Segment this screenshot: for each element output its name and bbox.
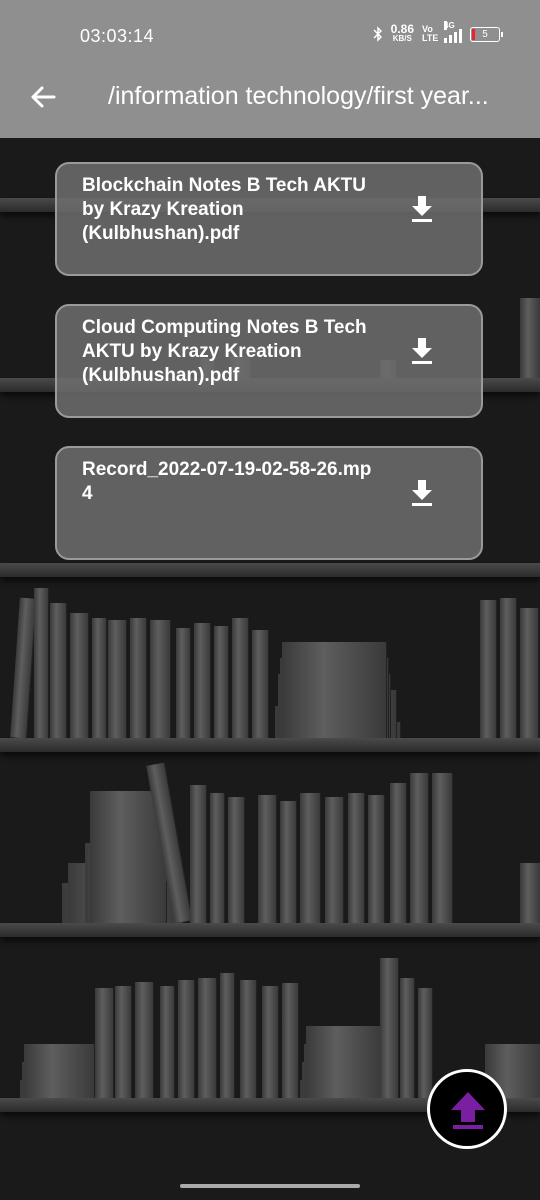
bookshelf-background: [0, 138, 540, 1200]
file-item[interactable]: Record_2022-07-19-02-58-26.mp4: [55, 446, 483, 560]
gesture-nav-bar[interactable]: [180, 1184, 360, 1188]
file-name: Cloud Computing Notes B Tech AKTU by Kra…: [82, 317, 367, 386]
signal-icon: 4G: [444, 21, 462, 43]
status-time: 03:03:14: [80, 26, 155, 46]
file-item[interactable]: Blockchain Notes B Tech AKTU by Krazy Kr…: [55, 162, 483, 276]
app-bar: /information technology/first year...: [0, 72, 540, 138]
upload-icon: [451, 1092, 485, 1129]
net-speed: 0.86 KB/S: [390, 22, 414, 44]
net-speed-unit: KB/S: [392, 34, 412, 43]
file-name: Blockchain Notes B Tech AKTU by Krazy Kr…: [82, 175, 366, 244]
battery-level: 5: [482, 28, 488, 40]
bluetooth-icon: [373, 26, 382, 42]
upload-button[interactable]: [427, 1069, 507, 1149]
network-type: 4G: [444, 21, 455, 30]
file-name: Record_2022-07-19-02-58-26.mp4: [82, 459, 372, 504]
status-bar: 03:03:14 0.86 KB/S Vo LTE 4G 5: [0, 0, 540, 72]
download-icon[interactable]: [409, 194, 435, 224]
system-icons: 0.86 KB/S Vo LTE 4G 5: [373, 21, 503, 44]
volte-indicator: Vo LTE: [422, 24, 439, 43]
back-button[interactable]: [26, 82, 60, 116]
arrow-left-icon: [31, 86, 56, 108]
download-icon[interactable]: [409, 478, 435, 508]
download-icon[interactable]: [409, 336, 435, 366]
battery-icon: 5: [470, 26, 503, 42]
file-item[interactable]: Cloud Computing Notes B Tech AKTU by Kra…: [55, 304, 483, 418]
net-speed-value: 0.86: [390, 22, 414, 36]
folder-path-title: /information technology/first year...: [108, 82, 489, 110]
